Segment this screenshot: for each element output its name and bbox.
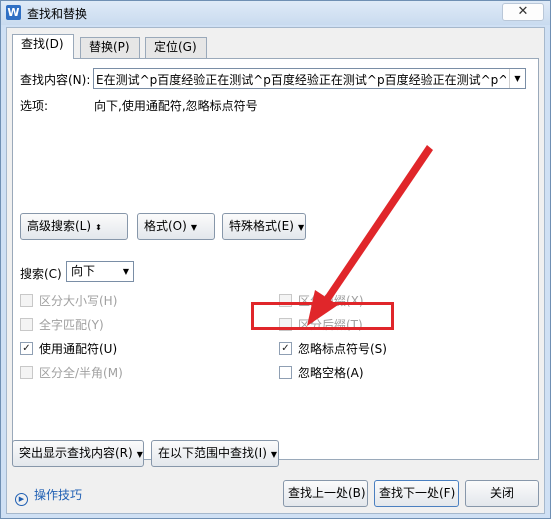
find-replace-dialog: W 查找和替换 ✕ 查找(D) 替换(P) 定位(G) 查找内容(N): E在测…	[0, 0, 551, 519]
tab-find[interactable]: 查找(D)	[12, 34, 74, 59]
annotation-arrow	[307, 145, 433, 326]
